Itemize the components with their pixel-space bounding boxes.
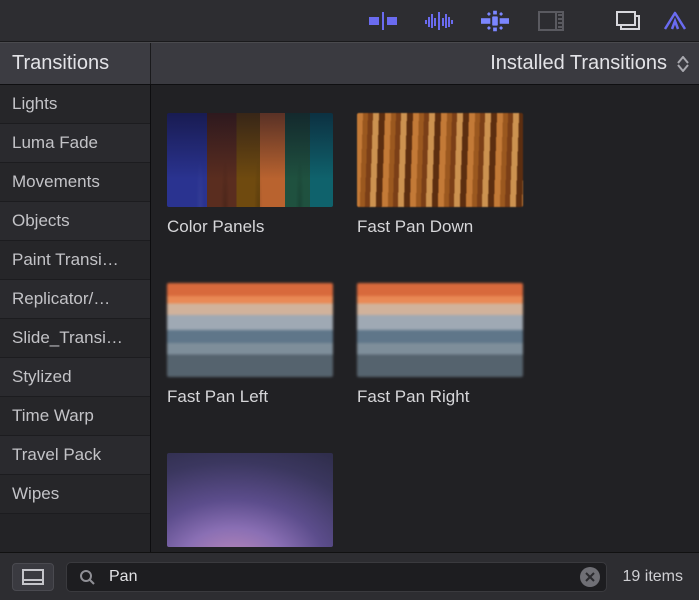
sidebar-item-label: Movements	[12, 172, 100, 192]
filmstrip-icon[interactable]	[537, 9, 565, 33]
window-layout-icon[interactable]	[615, 9, 643, 33]
results-area: Color Panels Fast Pan Down Fast Pan Left Fa…	[151, 85, 699, 552]
search-icon	[73, 565, 101, 589]
search-input[interactable]	[109, 568, 572, 586]
sidebar-item-label: Luma Fade	[12, 133, 98, 153]
clear-search-button[interactable]	[580, 567, 600, 587]
sidebar-item-label: Time Warp	[12, 406, 94, 426]
transition-label: Fast Pan Right	[357, 387, 523, 407]
sidebar-item-label: Travel Pack	[12, 445, 101, 465]
browser-title-label: Transitions	[12, 52, 109, 75]
stepper-icon	[677, 56, 689, 72]
sidebar-item[interactable]: Wipes	[0, 475, 150, 514]
transition-thumbnail	[357, 113, 523, 207]
share-icon[interactable]	[661, 9, 689, 33]
search-field-wrap	[66, 562, 607, 592]
footer-bar: 19 items	[0, 552, 699, 600]
sidebar-item-label: Slide_Transi…	[12, 328, 123, 348]
transition-item[interactable]: Color Panels	[167, 113, 333, 237]
top-toolbar	[0, 0, 699, 42]
transition-item[interactable]	[167, 453, 333, 552]
transition-label: Fast Pan Down	[357, 217, 523, 237]
transition-item[interactable]: Fast Pan Right	[357, 283, 523, 407]
sidebar-item[interactable]: Stylized	[0, 358, 150, 397]
category-sidebar: Lights Luma Fade Movements Objects Paint Tra…	[0, 85, 151, 552]
video-scopes-icon[interactable]	[369, 9, 397, 33]
transition-item[interactable]: Fast Pan Left	[167, 283, 333, 407]
transition-thumbnail	[167, 283, 333, 377]
result-count: 19 items	[619, 568, 687, 586]
transition-item[interactable]: Fast Pan Down	[357, 113, 523, 237]
sidebar-item[interactable]: Time Warp	[0, 397, 150, 436]
sidebar-item[interactable]: Replicator/…	[0, 280, 150, 319]
transition-thumbnail	[357, 283, 523, 377]
sidebar-item[interactable]: Objects	[0, 202, 150, 241]
sidebar-item-label: Objects	[12, 211, 70, 231]
transitions-browser-icon[interactable]	[481, 9, 509, 33]
sidebar-item[interactable]: Travel Pack	[0, 436, 150, 475]
sidebar-item-label: Wipes	[12, 484, 59, 504]
browser-header: Transitions Installed Transitions	[0, 42, 699, 85]
transition-thumbnail	[167, 113, 333, 207]
sidebar-item[interactable]: Movements	[0, 163, 150, 202]
sidebar-item-label: Paint Transi…	[12, 250, 119, 270]
transition-label: Color Panels	[167, 217, 333, 237]
transition-label: Fast Pan Left	[167, 387, 333, 407]
library-selector-label: Installed Transitions	[490, 52, 667, 75]
sidebar-item-label: Replicator/…	[12, 289, 110, 309]
audio-meters-icon[interactable]	[425, 9, 453, 33]
sidebar-item[interactable]: Luma Fade	[0, 124, 150, 163]
layout-toggle-button[interactable]	[12, 563, 54, 591]
sidebar-item-label: Lights	[12, 94, 57, 114]
sidebar-item[interactable]: Slide_Transi…	[0, 319, 150, 358]
sidebar-item[interactable]: Lights	[0, 85, 150, 124]
sidebar-item-label: Stylized	[12, 367, 72, 387]
browser-title: Transitions	[0, 43, 151, 84]
transition-thumbnail	[167, 453, 333, 547]
library-selector[interactable]: Installed Transitions	[151, 43, 699, 84]
sidebar-item[interactable]: Paint Transi…	[0, 241, 150, 280]
